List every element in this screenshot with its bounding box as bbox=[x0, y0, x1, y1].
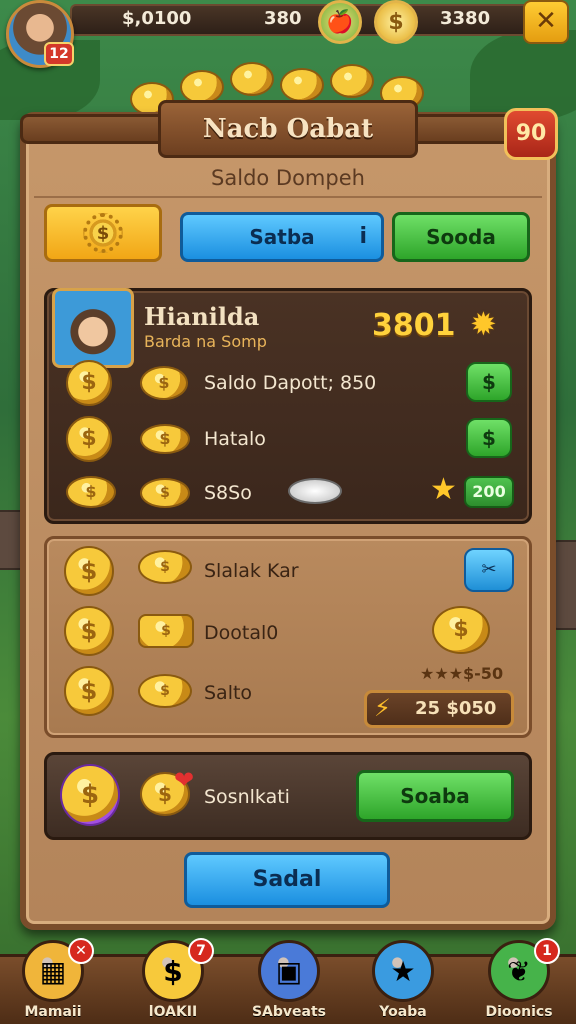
level-badge: 90 bbox=[504, 108, 558, 160]
row-label: Salto bbox=[204, 682, 253, 704]
coin-apple-icon: $ bbox=[138, 550, 192, 584]
coin-stack-icon: $ bbox=[138, 614, 194, 648]
row-label: S8So bbox=[204, 482, 252, 504]
coin-icon: $ bbox=[64, 546, 114, 596]
apple-icon[interactable]: 🍎 bbox=[318, 0, 362, 44]
coin-icon: $ bbox=[66, 360, 112, 406]
panel-subtitle: Saldo Dompeh bbox=[211, 166, 365, 190]
nav-label: Dioonics bbox=[485, 1004, 553, 1020]
notification-badge: 7 bbox=[188, 938, 214, 964]
bonus-coin-icon: $ bbox=[60, 764, 120, 826]
coin-icon bbox=[280, 68, 324, 102]
coin-stack-icon: $ bbox=[66, 476, 116, 508]
coin-icon: $ bbox=[432, 606, 490, 654]
star-icon: ✹ bbox=[470, 305, 497, 343]
coin-icon: $ bbox=[64, 606, 114, 656]
top-hud: 12 $,0100 380 🍎 $ 3380 ✕ bbox=[0, 0, 576, 68]
coin-stack-icon: $ bbox=[140, 366, 188, 400]
soaba-button[interactable]: Soaba bbox=[356, 770, 514, 822]
coin-stack-icon: $ bbox=[140, 478, 190, 508]
shield-icon: ▣ bbox=[258, 940, 320, 1002]
row-label: Hatalo bbox=[204, 428, 266, 450]
settings-button[interactable]: $ bbox=[44, 204, 162, 262]
player-portrait bbox=[52, 288, 134, 368]
coin-stack-icon: $ bbox=[138, 674, 192, 708]
star-icon: ★ bbox=[430, 472, 457, 507]
silver-coins-icon bbox=[288, 478, 342, 504]
divider bbox=[34, 196, 542, 198]
nav-label: SAbveats bbox=[251, 1004, 327, 1020]
coin-icon bbox=[180, 70, 224, 104]
sadal-button[interactable]: Sadal bbox=[184, 852, 390, 908]
info-icon: i bbox=[359, 224, 367, 249]
nav-item-0[interactable]: ▦ ✕ Mamaii bbox=[8, 938, 98, 1024]
gear-icon: $ bbox=[83, 213, 123, 253]
row-label: Dootal0 bbox=[204, 622, 279, 644]
nav-label: Yoaba bbox=[379, 1004, 427, 1020]
nav-item-2[interactable]: ▣ SAbveats bbox=[244, 940, 334, 1024]
notification-badge: 1 bbox=[534, 938, 560, 964]
star-icon: ★ bbox=[372, 940, 434, 1002]
bolt-icon: ⚡ bbox=[374, 694, 391, 722]
panel-title: Nacb Oabat bbox=[158, 100, 418, 158]
balance-c: 3380 bbox=[440, 8, 491, 29]
bar-label: Sosnlkati bbox=[204, 786, 290, 808]
player-score: 3801 bbox=[372, 308, 456, 343]
row-action-button[interactable]: $ bbox=[466, 362, 512, 402]
sooda-button[interactable]: Sooda bbox=[392, 212, 530, 262]
saldo-button[interactable]: Satba i bbox=[180, 212, 384, 262]
coin-icon bbox=[330, 64, 374, 98]
row-action-button[interactable]: $ bbox=[466, 418, 512, 458]
row-label: Saldo Dapott; 850 bbox=[204, 372, 377, 394]
row-action-button[interactable]: ✂ bbox=[464, 548, 514, 592]
close-button[interactable]: ✕ bbox=[523, 0, 569, 44]
stars-rating: ★★★$-50 bbox=[420, 664, 504, 683]
row-label: Slalak Kar bbox=[204, 560, 299, 582]
nav-label: lOAKII bbox=[148, 1004, 198, 1020]
notification-badge: ✕ bbox=[68, 938, 94, 964]
coin-stack-icon: $ bbox=[140, 424, 190, 454]
nav-item-1[interactable]: $7 lOAKII bbox=[128, 938, 218, 1024]
saldo-button-label: Satba bbox=[249, 225, 315, 249]
nav-item-4[interactable]: ❦ 1 Dioonics bbox=[474, 938, 564, 1024]
avatar-level-badge: 12 bbox=[44, 42, 74, 66]
balance-a: $,0100 bbox=[122, 8, 192, 29]
coin-icon: $ bbox=[64, 666, 114, 716]
count-badge: 200 bbox=[464, 476, 514, 508]
balance-b: 380 bbox=[264, 8, 302, 29]
coin-icon: $ bbox=[66, 416, 112, 462]
nav-label: Mamaii bbox=[24, 1004, 82, 1020]
player-name: Hianilda bbox=[144, 302, 260, 331]
coin-icon: $ bbox=[374, 0, 418, 44]
nav-item-3[interactable]: ★ Yoaba bbox=[358, 940, 448, 1024]
player-subtitle: Barda na Somp bbox=[144, 332, 267, 351]
heart-icon: ❤ bbox=[174, 766, 195, 794]
coin-icon bbox=[230, 62, 274, 96]
